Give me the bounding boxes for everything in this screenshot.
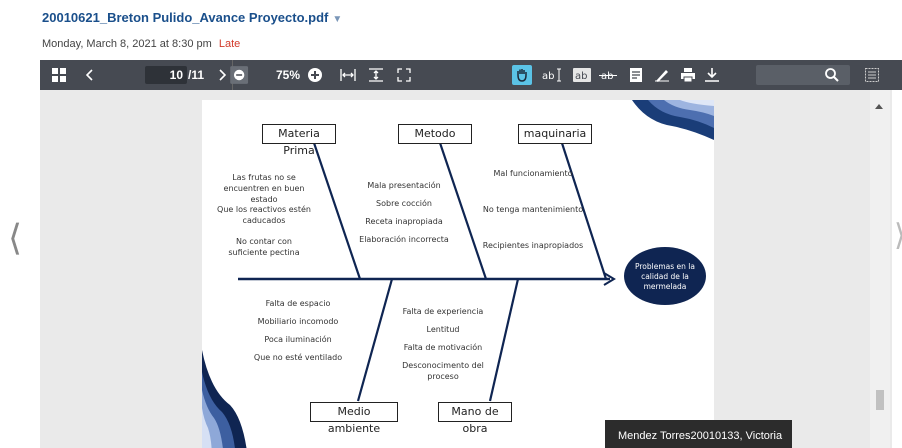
zoom-out-icon[interactable] (202, 60, 254, 90)
file-name[interactable]: 20010621_Breton Pulido_Avance Proyecto.p… (42, 10, 328, 25)
cause-item: No tenga mantenimiento (482, 205, 584, 214)
zoom-level[interactable]: 75% (276, 68, 300, 82)
wave-decoration-top (632, 100, 714, 140)
comment-icon[interactable] (624, 60, 648, 90)
rib-medio-ambiente (356, 278, 394, 402)
sidebar-toggle-icon[interactable] (860, 60, 884, 90)
cause-item: No contar con suficiente pectina (228, 237, 300, 257)
pdf-page: Materia Prima Metodo maquinaria Medio am… (202, 100, 714, 448)
submission-date: Monday, March 8, 2021 at 8:30 pm Late (42, 38, 240, 50)
cause-item: Que no esté ventilado (253, 353, 343, 362)
svg-text:ab: ab (575, 71, 587, 82)
student-name-tooltip: Mendez Torres20010133, Victoria (605, 420, 792, 448)
highlight-text-icon[interactable]: ab (570, 60, 594, 90)
svg-text:ab: ab (601, 71, 613, 82)
draw-icon[interactable] (650, 60, 674, 90)
cause-item: Sobre cocción (376, 199, 432, 208)
cause-item: Elaboración incorrecta (359, 235, 449, 244)
rib-materia-prima (310, 136, 362, 280)
effect-oval: Problemas en la calidad de la mermelada (624, 247, 706, 305)
document-viewer[interactable]: Materia Prima Metodo maquinaria Medio am… (40, 90, 892, 448)
cause-item: Mobiliario incomodo (257, 317, 339, 326)
pdf-toolbar: 10 /11 75% ab ab ab (40, 60, 902, 90)
rib-mano-de-obra (488, 278, 520, 402)
scroll-up-icon[interactable] (875, 104, 883, 109)
cause-item: Desconocimento del proceso (402, 361, 484, 381)
svg-text:ab: ab (542, 71, 554, 82)
download-icon[interactable] (700, 60, 724, 90)
category-materia-prima: Materia Prima (262, 124, 336, 157)
category-medio-ambiente: Medio ambiente (310, 402, 398, 435)
thumbnails-grid-icon[interactable] (48, 60, 70, 90)
category-mano-de-obra: Mano de obra (438, 402, 512, 435)
zoom-in-icon[interactable] (306, 60, 324, 90)
cause-item: Lentitud (426, 325, 460, 334)
file-dropdown-caret-icon[interactable]: ▼ (332, 14, 342, 25)
cause-item: Las frutas no se encuentren en buen esta… (223, 173, 305, 204)
next-submission-icon[interactable]: ⟩ (894, 218, 902, 258)
previous-submission-icon[interactable]: ⟨ (8, 218, 22, 259)
cause-item: Que los reactivos estén caducados (217, 205, 311, 225)
page-number-input[interactable]: 10 (145, 66, 187, 84)
cause-item: Poca iluminación (264, 335, 332, 344)
cause-item: Mala presentación (367, 181, 441, 190)
file-title[interactable]: 20010621_Breton Pulido_Avance Proyecto.p… (42, 10, 342, 25)
submission-header: 20010621_Breton Pulido_Avance Proyecto.p… (0, 0, 902, 58)
cause-item: Receta inapropiada (365, 217, 443, 226)
date-text: Monday, March 8, 2021 at 8:30 pm (42, 38, 212, 50)
print-icon[interactable] (676, 60, 700, 90)
cause-item: Recipientes inapropiados (482, 241, 584, 250)
cause-item: Falta de motivación (403, 343, 483, 352)
late-badge: Late (218, 38, 241, 50)
fullscreen-icon[interactable] (392, 60, 416, 90)
wave-decoration-bottom (202, 350, 247, 448)
hand-icon[interactable] (514, 60, 530, 90)
vertical-scrollbar[interactable] (870, 90, 890, 448)
cause-item: Falta de experiencia (402, 307, 484, 316)
category-maquinaria: maquinaria (518, 124, 592, 144)
fit-height-icon[interactable] (364, 60, 388, 90)
category-metodo: Metodo (398, 124, 472, 144)
search-icon[interactable] (820, 60, 844, 90)
cause-item: Mal funcionamiento (493, 169, 573, 178)
fit-width-icon[interactable] (336, 60, 360, 90)
scrollbar-thumb[interactable] (876, 390, 884, 410)
previous-page-icon[interactable] (80, 60, 100, 90)
strikethrough-icon[interactable]: ab (596, 60, 620, 90)
cause-item: Falta de espacio (265, 299, 331, 308)
text-select-icon[interactable]: ab (540, 60, 566, 90)
